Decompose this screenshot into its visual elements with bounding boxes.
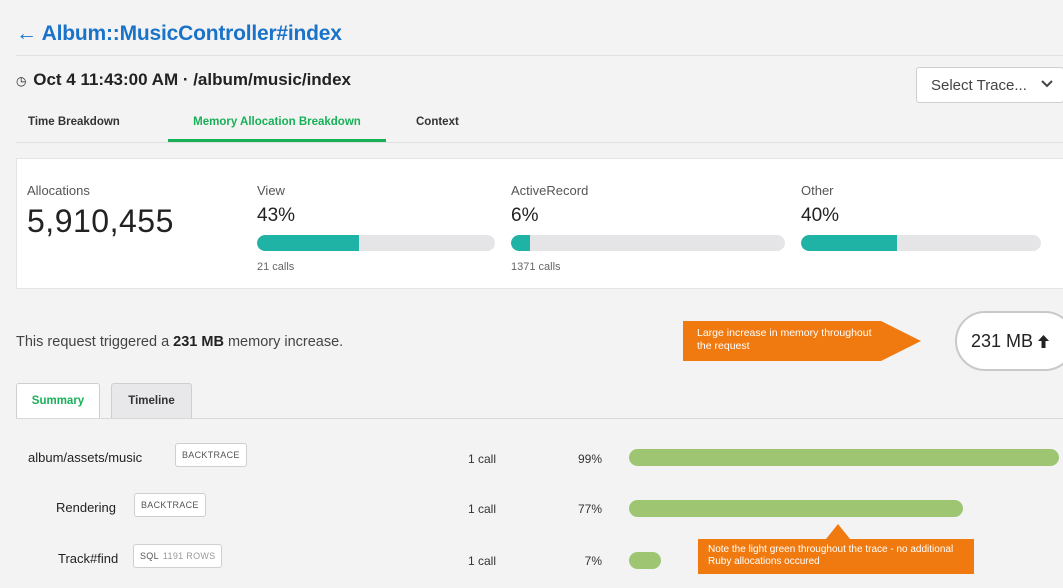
clock-icon: ◷ bbox=[16, 74, 27, 88]
callout-arrow bbox=[826, 524, 850, 539]
other-bar bbox=[801, 235, 1041, 251]
back-link[interactable]: ← Album::MusicController#index bbox=[16, 22, 342, 46]
view-bar-fill bbox=[257, 235, 360, 251]
row-bar bbox=[629, 500, 964, 517]
tag-label: SQL bbox=[140, 551, 159, 561]
memory-callout: Large increase in memory throughout the … bbox=[683, 321, 923, 361]
view-calls: 21 calls bbox=[257, 261, 295, 273]
chevron-down-icon bbox=[1041, 77, 1053, 91]
other-pct: 40% bbox=[801, 205, 840, 226]
row-pct: 77% bbox=[577, 502, 602, 516]
tabs-divider bbox=[16, 142, 1063, 143]
subtab-timeline[interactable]: Timeline bbox=[111, 383, 192, 418]
sql-tag[interactable]: SQL 1191 ROWS bbox=[133, 544, 223, 568]
activerecord-bar-fill bbox=[511, 235, 531, 251]
tab-time-breakdown[interactable]: Time Breakdown bbox=[28, 108, 120, 142]
row-bar bbox=[629, 552, 661, 569]
note-callout: Note the light green throughout the trac… bbox=[698, 524, 974, 574]
note-prefix: This request triggered a bbox=[16, 334, 174, 350]
arrow-up-icon bbox=[1038, 331, 1050, 351]
row-calls: 1 call bbox=[468, 452, 497, 466]
allocation-stats-panel: Allocations 5,910,455 View 43% 21 calls … bbox=[16, 158, 1063, 289]
endpoint-title: Album::MusicController#index bbox=[41, 22, 342, 45]
memory-pill: 231 MB bbox=[955, 311, 1063, 371]
other-bar-fill bbox=[801, 235, 897, 251]
allocations-value: 5,910,455 bbox=[27, 203, 174, 239]
note-suffix: memory increase. bbox=[223, 334, 344, 350]
trace-title: ◷ Oct 4 11:43:00 AM · /album/music/index bbox=[16, 70, 351, 90]
select-trace-dropdown[interactable]: Select Trace... bbox=[916, 67, 1063, 103]
memory-pill-value: 231 MB bbox=[971, 331, 1034, 351]
memory-callout-text: Large increase in memory throughout the … bbox=[683, 321, 881, 361]
backtrace-tag[interactable]: BACKTRACE bbox=[175, 443, 247, 467]
row-pct: 99% bbox=[577, 452, 602, 466]
activerecord-label: ActiveRecord bbox=[511, 183, 589, 198]
memory-increase-note: This request triggered a 231 MB memory i… bbox=[16, 334, 343, 350]
view-label: View bbox=[257, 183, 285, 198]
page-header: ← Album::MusicController#index ◷ Oct 4 1… bbox=[0, 0, 1063, 143]
row-label: album/assets/music bbox=[28, 450, 143, 465]
note-callout-text: Note the light green throughout the trac… bbox=[698, 539, 974, 574]
tag-label: BACKTRACE bbox=[141, 500, 199, 510]
backtrace-tag[interactable]: BACKTRACE bbox=[134, 493, 206, 517]
divider bbox=[16, 55, 1063, 56]
row-label: Rendering bbox=[56, 500, 116, 515]
allocations-label: Allocations bbox=[27, 183, 90, 198]
note-value: 231 MB bbox=[173, 334, 224, 350]
tab-memory-allocation-breakdown[interactable]: Memory Allocation Breakdown bbox=[168, 108, 386, 142]
other-label: Other bbox=[801, 183, 834, 198]
row-bar bbox=[629, 449, 1059, 466]
select-trace-label: Select Trace... bbox=[931, 77, 1027, 94]
row-calls: 1 call bbox=[468, 554, 497, 568]
activerecord-bar bbox=[511, 235, 785, 251]
callout-arrow bbox=[881, 321, 921, 361]
subtabs-divider bbox=[16, 418, 1063, 419]
subtab-summary[interactable]: Summary bbox=[16, 383, 100, 419]
view-pct: 43% bbox=[257, 205, 296, 226]
trace-title-text: Oct 4 11:43:00 AM · /album/music/index bbox=[33, 70, 351, 89]
row-label: Track#find bbox=[58, 551, 119, 566]
row-calls: 1 call bbox=[468, 502, 497, 516]
tag-rows: 1191 ROWS bbox=[162, 551, 216, 561]
back-arrow-icon: ← bbox=[16, 22, 37, 45]
tag-label: BACKTRACE bbox=[182, 450, 240, 460]
tab-context[interactable]: Context bbox=[416, 108, 459, 142]
row-pct: 7% bbox=[584, 554, 602, 568]
activerecord-calls: 1371 calls bbox=[511, 261, 561, 273]
view-bar bbox=[257, 235, 495, 251]
activerecord-pct: 6% bbox=[511, 205, 539, 226]
